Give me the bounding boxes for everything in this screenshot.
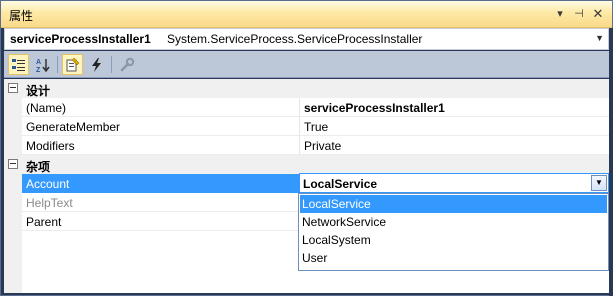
collapse-toggle-icon[interactable]	[8, 159, 18, 169]
window-position-dropdown-icon[interactable]: ▾	[552, 6, 568, 22]
property-name: Modifiers	[26, 139, 75, 153]
property-pages-wrench-icon	[120, 57, 134, 71]
svg-text:A: A	[36, 59, 41, 66]
category-design[interactable]: 设计	[4, 79, 609, 98]
properties-window: 属性 ▾ ⊣ ✕ serviceProcessInstaller1 System…	[0, 0, 613, 296]
object-name: serviceProcessInstaller1	[10, 32, 151, 46]
property-value[interactable]: True	[304, 120, 328, 134]
category-label: 杂项	[26, 160, 51, 174]
close-icon[interactable]: ✕	[590, 6, 606, 22]
category-misc[interactable]: 杂项	[4, 155, 609, 174]
toolbar-separator	[111, 56, 112, 73]
window-title: 属性	[9, 9, 34, 23]
category-label: 设计	[26, 84, 51, 98]
dropdown-option[interactable]: LocalSystem	[300, 231, 607, 249]
property-value[interactable]: serviceProcessInstaller1	[304, 101, 445, 115]
property-name: GenerateMember	[26, 120, 121, 134]
column-divider	[299, 136, 300, 155]
dropdown-option[interactable]: NetworkService	[300, 213, 607, 231]
account-dropdown-list: LocalService NetworkService LocalSystem …	[298, 193, 609, 271]
column-divider	[299, 117, 300, 136]
toolbar-separator	[57, 56, 58, 73]
alphabetical-sort-icon: A Z	[36, 58, 50, 73]
property-name: HelpText	[26, 196, 73, 210]
events-button[interactable]	[86, 54, 107, 75]
dropdown-option[interactable]: LocalService	[300, 195, 607, 213]
collapse-toggle-icon[interactable]	[8, 83, 18, 93]
window-edge	[609, 28, 613, 296]
property-row-name[interactable]: (Name) serviceProcessInstaller1	[4, 98, 609, 117]
dropdown-option[interactable]: User	[300, 249, 607, 267]
property-value[interactable]: Private	[304, 139, 341, 153]
column-divider	[299, 98, 300, 117]
account-combo[interactable]: LocalService ▼	[299, 173, 609, 193]
property-name: (Name)	[26, 101, 67, 115]
property-toolbar: A Z	[4, 51, 609, 78]
property-pages-button[interactable]	[116, 54, 137, 75]
object-type: System.ServiceProcess.ServiceProcessInst…	[167, 32, 423, 46]
account-value: LocalService	[303, 177, 378, 191]
categorized-button[interactable]	[8, 54, 29, 75]
property-name: Parent	[26, 215, 62, 229]
property-row-generatemember[interactable]: GenerateMember True	[4, 117, 609, 136]
object-selector[interactable]: serviceProcessInstaller1 System.ServiceP…	[4, 28, 609, 50]
auto-hide-pin-icon[interactable]: ⊣	[571, 6, 587, 22]
property-name: Account	[26, 177, 70, 191]
properties-button[interactable]	[62, 54, 83, 75]
alphabetical-button[interactable]: A Z	[32, 54, 53, 75]
svg-text:Z: Z	[36, 67, 41, 73]
properties-icon	[66, 57, 79, 71]
categorized-icon	[11, 58, 25, 71]
chevron-down-icon[interactable]: ▼	[595, 33, 604, 43]
property-row-modifiers[interactable]: Modifiers Private	[4, 136, 609, 155]
chevron-down-icon[interactable]: ▼	[591, 175, 607, 191]
title-bar: 属性 ▾ ⊣ ✕	[1, 1, 612, 28]
events-lightning-icon	[91, 57, 101, 72]
